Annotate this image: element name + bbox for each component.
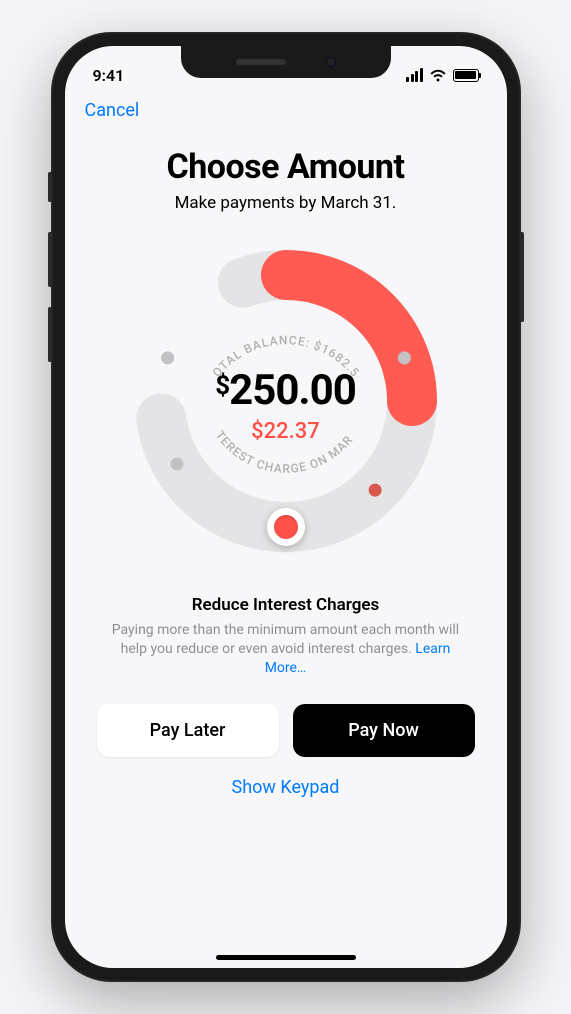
battery-icon: [453, 69, 479, 82]
info-title: Reduce Interest Charges: [105, 595, 467, 615]
info-text: Paying more than the minimum amount each…: [105, 621, 467, 678]
action-buttons: Pay Later Pay Now: [93, 704, 479, 757]
payment-amount: $250.00: [215, 366, 356, 415]
interest-amount: $22.37: [251, 419, 320, 444]
status-indicators: [406, 68, 479, 82]
home-indicator[interactable]: [216, 955, 356, 960]
phone-side-buttons-left: [48, 172, 51, 382]
navigation-bar: Cancel: [65, 90, 507, 129]
phone-side-buttons-right: [521, 232, 524, 322]
main-content: Choose Amount Make payments by March 31.…: [65, 129, 507, 798]
phone-notch: [181, 46, 391, 78]
info-section: Reduce Interest Charges Paying more than…: [93, 595, 479, 678]
pay-later-button[interactable]: Pay Later: [97, 704, 279, 757]
dial-handle[interactable]: [267, 508, 305, 546]
phone-device-frame: 9:41 Cancel Choose Amount Make payments …: [51, 32, 521, 982]
cellular-signal-icon: [406, 68, 423, 82]
page-subtitle: Make payments by March 31.: [93, 193, 479, 213]
wifi-icon: [429, 69, 447, 82]
show-keypad-button[interactable]: Show Keypad: [232, 777, 340, 798]
pay-now-button[interactable]: Pay Now: [293, 704, 475, 757]
cancel-button[interactable]: Cancel: [85, 100, 140, 121]
dial-handle-dot: [274, 515, 298, 539]
payment-dial[interactable]: TOTAL BALANCE: $1682.55 INTEREST CHARGE …: [126, 241, 446, 561]
front-camera: [326, 57, 336, 67]
status-time: 9:41: [93, 66, 125, 85]
speaker-grille: [236, 59, 286, 65]
phone-screen: 9:41 Cancel Choose Amount Make payments …: [65, 46, 507, 968]
page-title: Choose Amount: [93, 147, 479, 187]
